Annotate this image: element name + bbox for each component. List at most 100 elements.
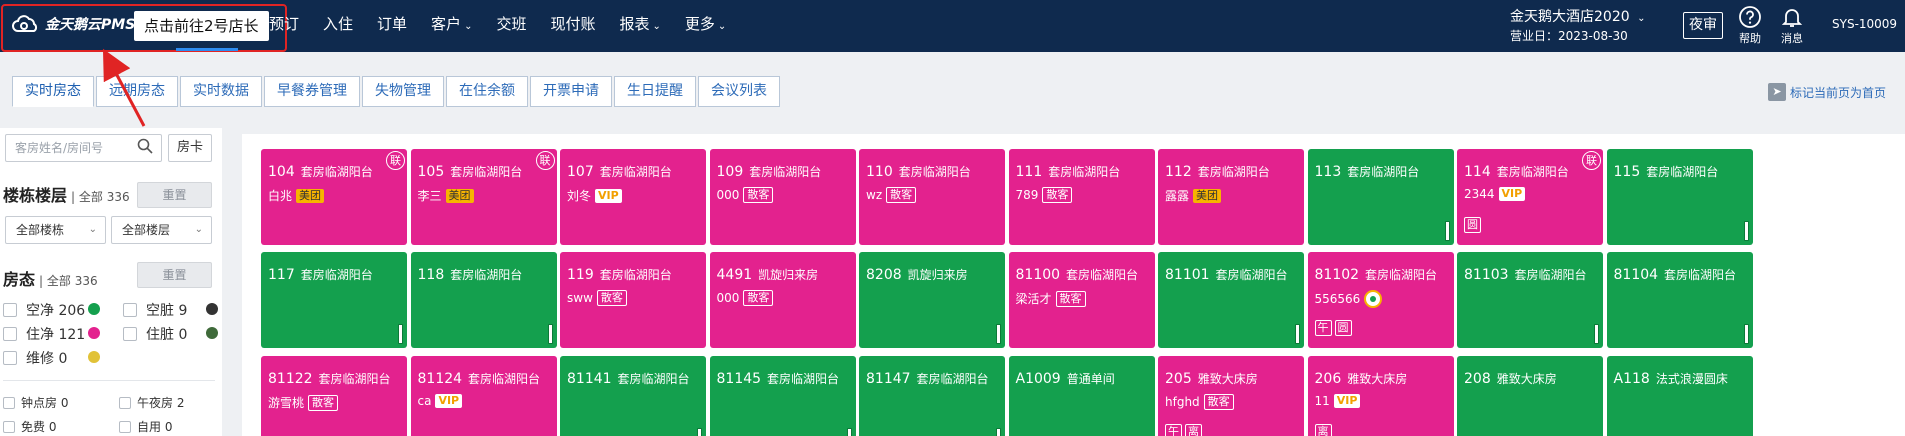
room-card-button[interactable]: 房卡 [168,134,212,162]
checkbox[interactable] [119,396,131,409]
checkbox[interactable] [123,303,137,317]
room-card[interactable]: 81101 套房临湖阳台 [1158,252,1304,348]
search-input[interactable]: 客房姓名/房间号 [5,134,162,162]
room-card[interactable]: A118 法式浪漫圆床 [1606,356,1753,436]
room-title: 206 雅致大床房 [1315,370,1408,387]
room-card[interactable]: 81100 套房临湖阳台 梁活才 散客 [1008,252,1155,348]
tab[interactable]: 开票申请 [530,76,612,107]
building-reset-button[interactable]: 重置 [137,182,212,208]
room-card[interactable]: 109 套房临湖阳台 000 散客 [709,149,856,245]
filter-hourly-room[interactable]: 钟点房 0 [3,394,68,411]
room-number: 105 [417,164,445,180]
status-filter-vacant-clean[interactable]: 空净 206 [3,300,85,320]
room-card[interactable]: 81104 套房临湖阳台 [1606,252,1753,348]
tab[interactable]: 生日提醒 [614,76,696,107]
room-card[interactable]: 81122 套房临湖阳台 游雪桃 散客 [261,356,407,436]
checkbox[interactable] [3,303,17,317]
nav-item[interactable]: 预订 [257,0,311,52]
guest-info: 2344 VIP [1464,187,1526,201]
guest-info: 刘冬 VIP [567,187,622,204]
hotel-selector[interactable]: 金天鹅大酒店2020 ⌄ [1510,6,1645,26]
room-title: 205 雅致大床房 [1165,370,1258,387]
room-card[interactable]: 4491 凯旋归来房 000 散客 [709,252,856,348]
room-card[interactable]: 104 套房临湖阳台 白兆 美团 联 [261,149,407,245]
room-card[interactable]: 81141 套房临湖阳台 [560,356,706,436]
nav-item[interactable]: 报表 ⌄ [607,0,672,52]
nav-item[interactable]: 订单 [365,0,419,52]
room-card[interactable]: 81102 套房临湖阳台 556566 午圆 [1307,252,1454,348]
checkbox[interactable] [3,396,15,409]
status-filter-occupied-dirty[interactable]: 住脏 0 [123,324,187,344]
filter-free-room[interactable]: 免费 0 [3,418,56,435]
room-card[interactable]: 206 雅致大床房 11 VIP 离 [1307,356,1454,436]
search-icon[interactable] [137,138,153,154]
room-card[interactable]: 110 套房临湖阳台 wz 散客 [859,149,1005,245]
tab[interactable]: 失物管理 [362,76,444,107]
clean-status-indicator [547,324,553,344]
nav-item[interactable]: 客户 ⌄ [419,0,484,52]
room-card[interactable]: 115 套房临湖阳台 [1606,149,1753,245]
status-filter-occupied-clean[interactable]: 住净 121 [3,324,85,344]
room-type: 套房临湖阳台 [1215,268,1288,282]
guest-info: sww 散客 [567,290,627,306]
room-card[interactable]: 205 雅致大床房 hfghd 散客午离 [1158,356,1304,436]
room-card[interactable]: 105 套房临湖阳台 李三 美团 联 [410,149,557,245]
main-nav: 预订 入住 订单 客户 ⌄ 交班 现付账 报表 ⌄ 更多 ⌄ [257,0,738,52]
room-card[interactable]: 81103 套房临湖阳台 [1457,252,1603,348]
nav-item[interactable]: 现付账 [538,0,607,52]
room-card[interactable]: 8208 凯旋归来房 [859,252,1005,348]
checkbox[interactable] [3,327,17,341]
nav-item[interactable]: 入住 [311,0,365,52]
room-card[interactable]: 113 套房临湖阳台 [1307,149,1454,245]
tab[interactable]: 实时数据 [180,76,262,107]
room-card[interactable]: 117 套房临湖阳台 [261,252,407,348]
nav-item[interactable]: 交班 [484,0,538,52]
tab[interactable]: 早餐券管理 [264,76,360,107]
status-color-dot [88,327,100,339]
tab[interactable]: 在住余额 [446,76,528,107]
room-card[interactable]: 119 套房临湖阳台 sww 散客 [560,252,706,348]
room-title: 81124 套房临湖阳台 [418,370,541,387]
status-filter-vacant-dirty[interactable]: 空脏 9 [123,300,187,320]
clean-status-indicator [1743,324,1749,344]
nav-item[interactable]: 更多 ⌄ [673,0,738,52]
room-card[interactable]: 208 雅致大床房 [1457,356,1603,436]
filter-midnight-room[interactable]: 午夜房 2 [119,394,184,411]
room-card[interactable]: 81147 套房临湖阳台 [859,356,1005,436]
status-label: 空脏 9 [146,303,188,319]
floor-select[interactable]: 全部楼层 ⌄ [111,216,212,244]
user-menu[interactable]: SYS-10009 [1832,17,1897,31]
room-card[interactable]: 81124 套房临湖阳台 ca VIP [410,356,557,436]
chevron-down-icon: ⌄ [717,21,727,32]
room-number: A118 [1613,371,1650,387]
room-type: 套房临湖阳台 [450,268,523,282]
room-card[interactable]: 81145 套房临湖阳台 [709,356,856,436]
room-title: 8208 凯旋归来房 [866,266,968,283]
room-card[interactable]: 111 套房临湖阳台 789 散客 [1008,149,1155,245]
messages-button[interactable]: 消息 [1774,5,1810,46]
set-homepage-link[interactable]: ➤ 标记当前页为首页 [1768,83,1886,101]
tab[interactable]: 远期房态 [96,76,178,107]
tab[interactable]: 实时房态 [12,76,94,107]
building-select[interactable]: 全部楼栋 ⌄ [5,216,106,244]
room-card[interactable]: 112 套房临湖阳台 露露 美团 [1158,149,1304,245]
room-card[interactable]: A1009 普通单间 [1008,356,1155,436]
help-button[interactable]: 帮助 [1732,5,1768,46]
night-audit-button[interactable]: 夜审 [1683,12,1723,39]
status-color-dot [88,303,100,315]
status-filter-maintenance[interactable]: 维修 0 [3,348,67,368]
checkbox[interactable] [3,420,15,433]
checkbox[interactable] [3,351,17,365]
filter-sidebar: 客房姓名/房间号 房卡 楼栋楼层 | 全部 336 重置 全部楼栋 ⌄ 全部楼层 ⌄ … [0,128,222,436]
room-card[interactable]: 107 套房临湖阳台 刘冬 VIP [560,149,706,245]
room-card[interactable]: 114 套房临湖阳台 2344 VIP 联圆 [1457,149,1603,245]
filter-self-use-room[interactable]: 自用 0 [119,418,172,435]
guest-name: 789 [1015,188,1039,202]
clean-status-indicator [697,428,702,436]
tab[interactable]: 会议列表 [698,76,780,107]
checkbox[interactable] [123,327,137,341]
room-card[interactable]: 118 套房临湖阳台 [410,252,557,348]
status-reset-button[interactable]: 重置 [137,262,212,288]
guest-source-tag: VIP [595,188,622,203]
checkbox[interactable] [119,420,131,433]
